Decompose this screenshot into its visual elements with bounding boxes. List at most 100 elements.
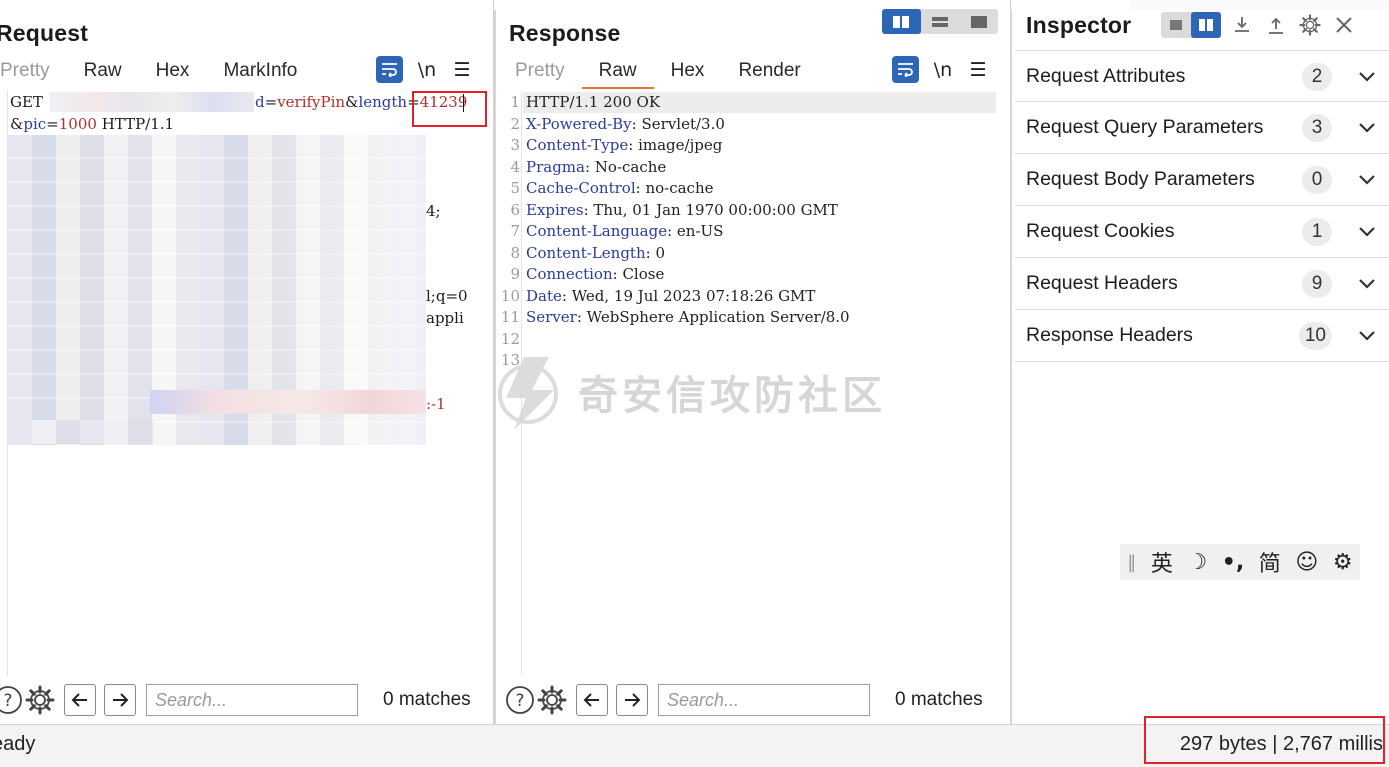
request-search-bar: ? 0 matches (0, 676, 493, 724)
inspector-view-toggle (1161, 12, 1221, 38)
list-view-icon[interactable] (1161, 12, 1191, 38)
chevron-down-icon[interactable] (1357, 221, 1377, 241)
header-fragment-c: appli (426, 309, 464, 327)
ime-simplified-toggle[interactable]: 简 (1259, 546, 1281, 578)
inspector-section[interactable]: Request Headers 9 (1015, 258, 1389, 310)
header-key: Cache-Control (526, 179, 636, 197)
line-number: 12 (500, 329, 520, 348)
request-tab-hex[interactable]: Hex (139, 58, 207, 88)
header-key: Expires (526, 200, 584, 219)
header-key: Content-Type (526, 136, 629, 154)
tabbed-layout-icon[interactable] (959, 9, 998, 34)
response-editor[interactable]: 1 HTTP/1.1 200 OK 2 X-Powered-By: Servlet/3… (496, 90, 1010, 676)
inspector-count-badge: 2 (1302, 63, 1332, 91)
request-editor-tools: \n ☰ (376, 56, 473, 83)
chevron-down-icon[interactable] (1357, 325, 1377, 345)
ime-toolbar: ‖ 英 ☽ •, 简 ☺ ⚙ (1120, 544, 1360, 580)
line-number: 8 (510, 243, 520, 262)
word-wrap-icon[interactable] (376, 56, 403, 83)
response-search-input[interactable] (658, 684, 870, 716)
ime-emoji-icon[interactable]: ☺ (1295, 550, 1318, 575)
inspector-count-badge: 3 (1302, 114, 1332, 142)
stacked-layout-icon[interactable] (921, 9, 960, 34)
line-number: 10 (500, 286, 520, 305)
word-wrap-icon[interactable] (892, 56, 919, 83)
request-tabs: Pretty Raw Hex MarkInfo (0, 58, 314, 88)
redacted-pink-row (150, 390, 426, 414)
help-icon[interactable]: ? (504, 684, 536, 716)
layout-toggle (882, 9, 998, 34)
response-pane: Response Pretty Raw Hex Render \n ☰ 1 HTT… (496, 0, 1011, 724)
chevron-down-icon[interactable] (1357, 273, 1377, 293)
response-tab-hex[interactable]: Hex (654, 58, 722, 88)
response-tab-raw[interactable]: Raw (581, 58, 654, 89)
collapse-all-icon[interactable] (1263, 12, 1289, 38)
line-number: 1 (510, 93, 520, 111)
search-previous-button[interactable] (64, 684, 96, 716)
header-value: : Close (612, 265, 665, 283)
request-match-count: 0 matches (383, 689, 471, 710)
request-title: Request (0, 20, 89, 46)
header-key: Pragma (526, 157, 585, 176)
settings-gear-icon[interactable] (24, 684, 56, 716)
expand-all-icon[interactable] (1229, 12, 1255, 38)
side-by-side-layout-icon[interactable] (882, 9, 921, 34)
settings-gear-icon[interactable] (536, 684, 568, 716)
newline-toggle-icon[interactable]: \n (413, 59, 441, 81)
chevron-down-icon[interactable] (1357, 117, 1377, 137)
inspector-settings-icon[interactable] (1297, 12, 1323, 38)
line-number: 3 (510, 136, 520, 154)
inspector-section-label: Request Query Parameters (1026, 116, 1264, 138)
header-key: Content-Language (526, 222, 668, 240)
inspector-section-label: Request Body Parameters (1026, 168, 1255, 190)
header-value: HTTP/1.1 200 OK (526, 93, 661, 111)
search-next-button[interactable] (104, 684, 136, 716)
redacted-bottom-row (8, 420, 153, 444)
inspector-section[interactable]: Response Headers 10 (1015, 310, 1389, 362)
request-tab-raw[interactable]: Raw (67, 58, 139, 88)
ime-settings-icon[interactable]: ⚙ (1333, 550, 1353, 575)
request-tab-markinfo[interactable]: MarkInfo (206, 58, 314, 88)
inspector-section[interactable]: Request Attributes 2 (1015, 50, 1389, 102)
ime-handle-icon[interactable]: ‖ (1127, 552, 1136, 573)
split-view-icon[interactable] (1191, 12, 1221, 38)
line-number: 13 (500, 351, 520, 369)
pane-divider-right[interactable] (1010, 10, 1012, 724)
inspector-section[interactable]: Request Body Parameters 0 (1015, 154, 1389, 206)
newline-toggle-icon[interactable]: \n (929, 59, 957, 81)
ime-language-toggle[interactable]: 英 (1151, 546, 1173, 578)
response-tab-render[interactable]: Render (721, 58, 817, 88)
pane-divider-left[interactable] (494, 10, 496, 724)
request-method: GET (10, 93, 48, 111)
header-value: : en-US (667, 222, 724, 240)
header-value: : No-cache (584, 157, 667, 176)
response-line: Pragma: No-cache (526, 157, 666, 178)
param-d-value: verifyPin (277, 93, 346, 111)
annotation-length-highlight (412, 91, 487, 127)
editor-menu-icon[interactable]: ☰ (967, 59, 989, 81)
help-icon[interactable]: ? (0, 684, 24, 716)
chevron-down-icon[interactable] (1357, 66, 1377, 86)
line-number: 11 (500, 308, 520, 326)
search-next-button[interactable] (616, 684, 648, 716)
inspector-pane: Inspector Request Attributes 2 Request Que… (1013, 0, 1389, 724)
ime-moon-icon[interactable]: ☽ (1187, 550, 1207, 575)
request-search-input[interactable] (146, 684, 358, 716)
line-number: 6 (510, 200, 520, 219)
chevron-down-icon[interactable] (1357, 169, 1377, 189)
request-tab-pretty[interactable]: Pretty (0, 58, 67, 88)
inspector-section[interactable]: Request Query Parameters 3 (1015, 102, 1389, 154)
inspector-section[interactable]: Request Cookies 1 (1015, 206, 1389, 258)
header-value: : Servlet/3.0 (631, 114, 725, 133)
request-editor[interactable]: GET d=verifyPin&length=41239 &pic=1000 H… (0, 90, 493, 676)
close-inspector-icon[interactable] (1331, 12, 1357, 38)
search-previous-button[interactable] (576, 684, 608, 716)
param-d-key: d (255, 93, 265, 111)
header-value: : WebSphere Application Server/8.0 (576, 308, 850, 326)
response-tab-pretty[interactable]: Pretty (498, 58, 582, 88)
svg-text:?: ? (515, 691, 524, 711)
response-line: X-Powered-By: Servlet/3.0 (526, 114, 725, 135)
header-fragment-b: l;q=0 (426, 287, 468, 305)
editor-menu-icon[interactable]: ☰ (451, 59, 473, 81)
ime-punctuation-icon[interactable]: •, (1222, 550, 1244, 575)
